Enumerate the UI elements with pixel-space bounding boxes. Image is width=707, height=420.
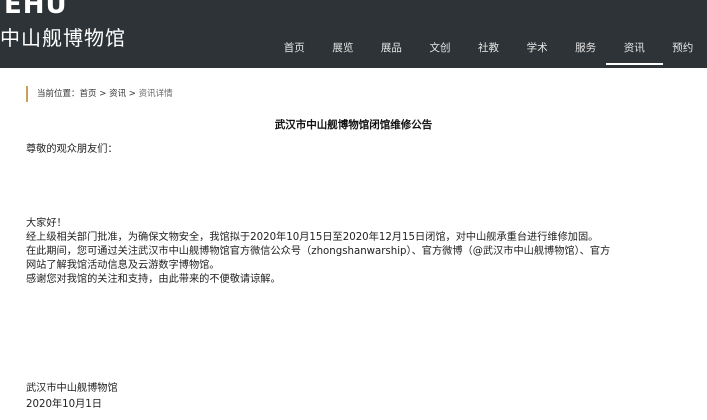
- article-greeting: 尊敬的观众朋友们：: [26, 144, 118, 155]
- article-signature: 武汉市中山舰博物馆: [26, 383, 118, 394]
- article-title: 武汉市中山舰博物馆闭馆维修公告: [274, 119, 433, 131]
- nav-academic[interactable]: 学术: [513, 34, 562, 68]
- article-line: 感谢您对我馆的关注和支持，由此带来的不便敬请谅解。: [26, 274, 281, 285]
- nav-cultural-creations[interactable]: 文创: [416, 34, 465, 68]
- nav-news[interactable]: 资讯: [605, 34, 663, 68]
- article-line: 经上级相关部门批准，为确保文物安全，我馆拟于2020年10月15日至2020年1…: [26, 232, 599, 243]
- nav-education[interactable]: 社教: [464, 34, 513, 68]
- article-hello: 大家好！: [26, 218, 67, 229]
- article-date: 2020年10月1日: [26, 399, 102, 410]
- main-nav: 首页 展览 展品 文创 社教 学术 服务 资讯 预约: [270, 34, 707, 68]
- breadcrumb-news-link[interactable]: 资讯: [109, 89, 126, 99]
- nav-exhibitions[interactable]: 展览: [319, 34, 368, 68]
- breadcrumb-separator: >: [126, 89, 139, 99]
- nav-collections[interactable]: 展品: [367, 34, 416, 68]
- breadcrumb-separator: >: [96, 89, 110, 99]
- article-body: 大家好！ 经上级相关部门批准，为确保文物安全，我馆拟于2020年10月15日至2…: [26, 217, 694, 287]
- site-header: EHU 中山舰博物馆 首页 展览 展品 文创 社教 学术 服务 资讯 预约: [0, 0, 707, 68]
- logo-chinese[interactable]: 中山舰博物馆: [0, 24, 126, 52]
- article-line: 网站了解我馆活动信息及云游数字博物馆。: [26, 260, 220, 271]
- nav-services[interactable]: 服务: [561, 34, 610, 68]
- logo-english: EHU: [4, 0, 68, 16]
- breadcrumb-home-link[interactable]: 首页: [80, 89, 97, 99]
- breadcrumb: 当前位置：首页 > 资讯 > 资讯详情: [26, 86, 173, 102]
- nav-home[interactable]: 首页: [270, 34, 319, 68]
- breadcrumb-prefix: 当前位置：: [37, 89, 80, 99]
- article-line: 在此期间，您可通过关注武汉市中山舰博物馆官方微信公众号（zhongshanwar…: [26, 246, 611, 257]
- nav-reservation[interactable]: 预约: [659, 34, 707, 68]
- breadcrumb-current: 资讯详情: [138, 89, 173, 99]
